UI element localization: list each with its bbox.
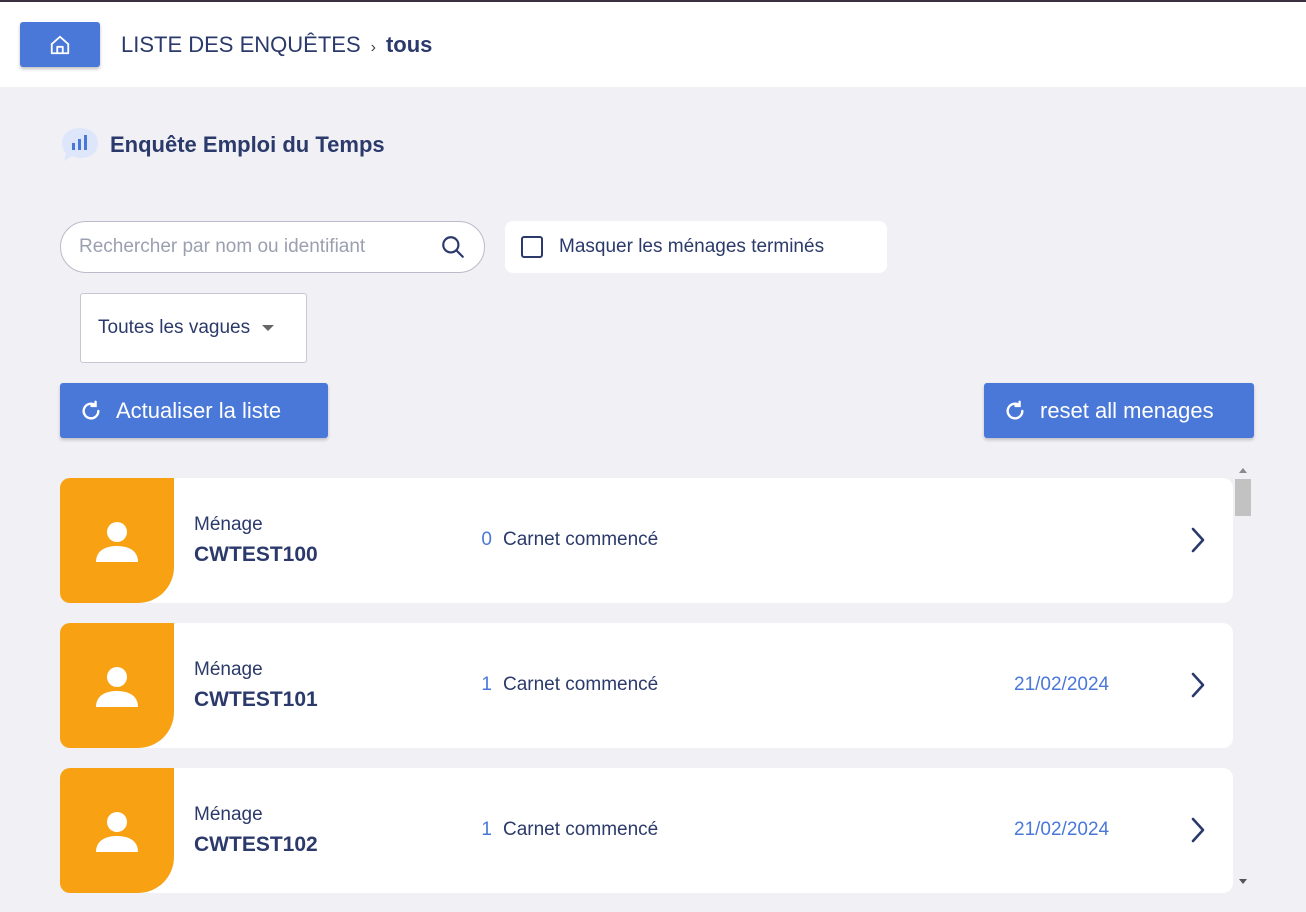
caret-down-icon — [262, 325, 275, 331]
breadcrumb-current: tous — [385, 32, 433, 57]
chevron-right-icon[interactable] — [1188, 526, 1208, 559]
household-card[interactable]: Ménage CWTEST102 1 Carnet commencé 21/02… — [60, 768, 1233, 893]
reset-all-label: reset all menages — [1040, 397, 1214, 423]
survey-title: Enquête Emploi du Temps — [60, 126, 385, 164]
household-count: 1 — [481, 819, 492, 840]
home-button[interactable] — [20, 22, 100, 67]
scroll-up-arrow-icon[interactable] — [1239, 468, 1247, 473]
household-status: Carnet commencé — [503, 674, 659, 695]
household-id: CWTEST100 — [194, 543, 318, 566]
household-card[interactable]: Ménage CWTEST100 0 Carnet commencé — [60, 478, 1233, 603]
survey-title-text: Enquête Emploi du Temps — [110, 132, 385, 157]
household-status: Carnet commencé — [503, 819, 659, 840]
search-icon[interactable] — [440, 234, 466, 260]
household-status: Carnet commencé — [503, 529, 659, 550]
top-bar: LISTE DES ENQUÊTES › tous — [0, 2, 1306, 87]
wave-select-value: Toutes les vagues — [98, 317, 251, 338]
hide-finished-label: Masquer les ménages terminés — [559, 236, 825, 257]
household-id: CWTEST102 — [194, 833, 318, 856]
household-id: CWTEST101 — [194, 688, 318, 711]
chat-chart-icon — [60, 126, 100, 164]
refresh-list-label: Actualiser la liste — [116, 397, 282, 423]
household-count: 0 — [481, 529, 492, 550]
refresh-list-button[interactable]: Actualiser la liste — [60, 383, 328, 438]
reset-all-button[interactable]: reset all menages — [984, 383, 1254, 438]
hide-finished-toggle[interactable]: Masquer les ménages terminés — [505, 221, 887, 273]
breadcrumb-separator: › — [370, 39, 376, 56]
list-scrollbar[interactable] — [1234, 464, 1252, 890]
household-list: Ménage CWTEST100 0 Carnet commencé Ménag… — [60, 478, 1233, 912]
breadcrumb-root-link[interactable]: LISTE DES ENQUÊTES — [121, 32, 361, 58]
chevron-right-icon[interactable] — [1188, 671, 1208, 704]
household-kind: Ménage — [194, 514, 263, 535]
household-kind: Ménage — [194, 659, 263, 680]
hide-finished-checkbox[interactable] — [521, 236, 543, 258]
household-kind: Ménage — [194, 804, 263, 825]
household-date: 21/02/2024 — [1014, 674, 1110, 695]
refresh-icon — [1004, 400, 1026, 422]
person-icon — [94, 663, 140, 709]
scroll-down-arrow-icon[interactable] — [1239, 879, 1247, 884]
breadcrumb: LISTE DES ENQUÊTES › tous — [121, 32, 432, 58]
household-count: 1 — [481, 674, 492, 695]
avatar — [60, 623, 174, 748]
search-input[interactable] — [79, 236, 440, 258]
home-icon — [49, 34, 71, 56]
avatar — [60, 478, 174, 603]
search-field[interactable] — [60, 221, 485, 273]
person-icon — [94, 808, 140, 854]
household-date: 21/02/2024 — [1014, 819, 1110, 840]
household-card[interactable]: Ménage CWTEST101 1 Carnet commencé 21/02… — [60, 623, 1233, 748]
refresh-icon — [80, 400, 102, 422]
wave-select[interactable]: Toutes les vagues — [80, 293, 307, 363]
scrollbar-track[interactable] — [1234, 478, 1252, 878]
scrollbar-thumb[interactable] — [1235, 479, 1251, 516]
avatar — [60, 768, 174, 893]
person-icon — [94, 518, 140, 564]
chevron-right-icon[interactable] — [1188, 816, 1208, 849]
